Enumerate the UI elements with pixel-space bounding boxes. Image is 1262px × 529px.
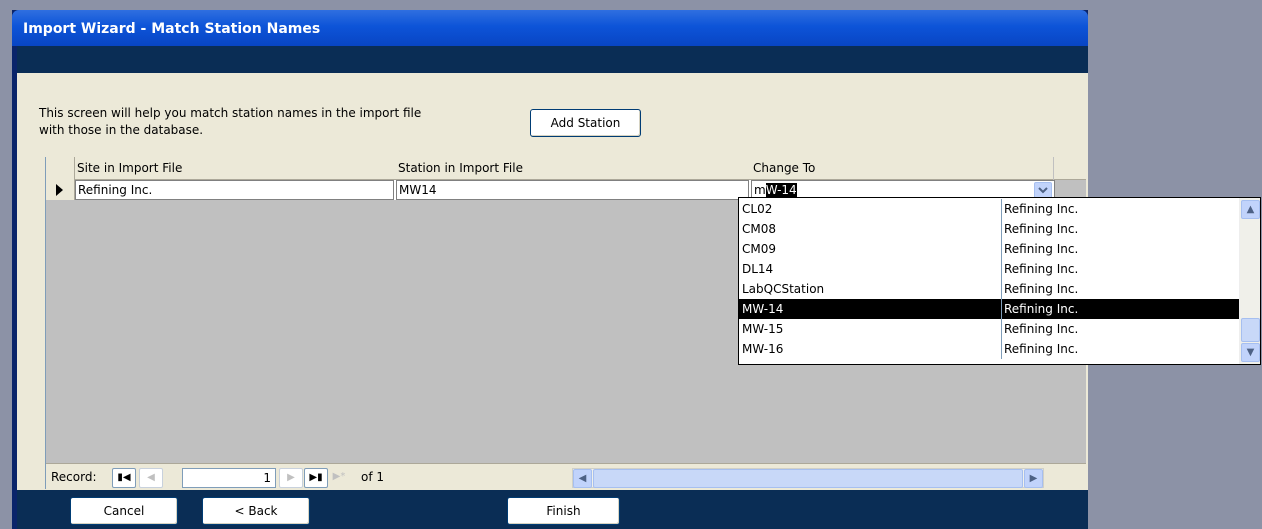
add-station-label: Add Station xyxy=(550,116,621,130)
header-band xyxy=(17,46,1088,73)
option-station-name: LabQCStation xyxy=(742,282,825,296)
scroll-left-icon[interactable]: ◀ xyxy=(573,469,592,488)
dropdown-scrollbar[interactable]: ▲ ▼ xyxy=(1239,198,1260,364)
site-cell[interactable]: Refining Inc. xyxy=(75,180,394,200)
window-title: Import Wizard - Match Station Names xyxy=(23,21,321,37)
next-record-icon: ▶ xyxy=(287,472,295,483)
record-navigation: Record: ▮◀ ◀ 1 ▶ ▶▮ ▶* of 1 ◀ ▶ xyxy=(46,463,1086,490)
record-selector-header xyxy=(46,157,75,181)
column-divider xyxy=(1001,299,1002,319)
horizontal-scrollbar[interactable]: ◀ ▶ xyxy=(572,468,1044,488)
option-station-name: DL14 xyxy=(742,262,774,276)
dropdown-option[interactable]: MW-14 Refining Inc. xyxy=(739,299,1239,319)
dropdown-option[interactable]: CM08 Refining Inc. xyxy=(739,219,1239,239)
option-station-name: CM09 xyxy=(742,242,777,256)
record-count: of 1 xyxy=(361,470,385,484)
column-divider xyxy=(1001,219,1002,239)
option-station-name: CM08 xyxy=(742,222,777,236)
dropdown-option[interactable]: MW-15 Refining Inc. xyxy=(739,319,1239,339)
prev-record-icon: ◀ xyxy=(147,472,155,483)
last-record-icon: ▶▮ xyxy=(309,472,323,483)
dropdown-scrollbar-thumb[interactable] xyxy=(1241,318,1260,342)
option-station-name: MW-15 xyxy=(742,322,784,336)
header-site: Site in Import File xyxy=(75,157,396,180)
change-to-autocomplete-text: W-14 xyxy=(765,183,797,197)
cancel-label: Cancel xyxy=(103,504,145,518)
cancel-button[interactable]: Cancel xyxy=(70,497,178,525)
header-spacer xyxy=(1054,157,1086,180)
scroll-down-icon[interactable]: ▼ xyxy=(1241,343,1260,362)
option-site-name: Refining Inc. xyxy=(1004,222,1079,236)
column-divider xyxy=(1001,319,1002,339)
button-band: Cancel < Back Finish xyxy=(17,490,1088,529)
back-button[interactable]: < Back xyxy=(202,497,310,525)
intro-line-2: with those in the database. xyxy=(39,123,204,137)
record-number-input[interactable]: 1 xyxy=(182,468,276,488)
dropdown-option[interactable]: DL14 Refining Inc. xyxy=(739,259,1239,279)
finish-button[interactable]: Finish xyxy=(507,497,620,525)
last-record-button[interactable]: ▶▮ xyxy=(304,468,328,488)
scroll-right-icon[interactable]: ▶ xyxy=(1024,469,1043,488)
header-change-to: Change To xyxy=(751,157,1053,180)
option-site-name: Refining Inc. xyxy=(1004,262,1079,276)
dropdown-option[interactable]: CM09 Refining Inc. xyxy=(739,239,1239,259)
new-record-button[interactable]: ▶* xyxy=(328,468,350,486)
finish-label: Finish xyxy=(546,504,581,518)
title-bar[interactable]: Import Wizard - Match Station Names xyxy=(12,10,1088,46)
first-record-icon: ▮◀ xyxy=(117,472,131,483)
add-station-button[interactable]: Add Station xyxy=(530,109,641,137)
dropdown-option[interactable]: CL02 Refining Inc. xyxy=(739,199,1239,219)
back-label: < Back xyxy=(234,504,278,518)
option-site-name: Refining Inc. xyxy=(1004,242,1079,256)
option-site-name: Refining Inc. xyxy=(1004,322,1079,336)
prev-record-button[interactable]: ◀ xyxy=(139,468,163,488)
option-site-name: Refining Inc. xyxy=(1004,302,1079,316)
option-site-name: Refining Inc. xyxy=(1004,282,1079,296)
option-site-name: Refining Inc. xyxy=(1004,202,1079,216)
column-divider xyxy=(1001,239,1002,259)
station-cell[interactable]: MW14 xyxy=(396,180,749,200)
next-record-button[interactable]: ▶ xyxy=(279,468,303,488)
option-station-name: CL02 xyxy=(742,202,773,216)
intro-line-1: This screen will help you match station … xyxy=(39,106,422,120)
intro-text: This screen will help you match station … xyxy=(39,105,499,139)
first-record-button[interactable]: ▮◀ xyxy=(112,468,136,488)
current-row-arrow-icon xyxy=(56,184,63,196)
column-divider xyxy=(1001,279,1002,299)
dropdown-option[interactable]: LabQCStation Refining Inc. xyxy=(739,279,1239,299)
row-selector[interactable] xyxy=(46,180,75,200)
scroll-up-icon[interactable]: ▲ xyxy=(1241,200,1260,219)
option-station-name: MW-14 xyxy=(742,302,784,316)
column-divider xyxy=(1001,199,1002,219)
chevron-down-icon xyxy=(1038,187,1048,194)
option-site-name: Refining Inc. xyxy=(1004,342,1079,356)
option-station-name: MW-16 xyxy=(742,342,784,356)
record-label: Record: xyxy=(51,470,97,484)
change-to-typed-text: m xyxy=(754,183,766,197)
column-divider xyxy=(1001,259,1002,279)
new-record-icon: ▶* xyxy=(332,471,346,482)
column-divider xyxy=(1001,339,1002,359)
header-station: Station in Import File xyxy=(396,157,751,180)
station-dropdown-list[interactable]: CL02 Refining Inc. CM08 Refining Inc. CM09 Re… xyxy=(738,197,1261,365)
scrollbar-thumb[interactable] xyxy=(593,469,1023,488)
dropdown-option[interactable]: MW-16 Refining Inc. xyxy=(739,339,1239,359)
